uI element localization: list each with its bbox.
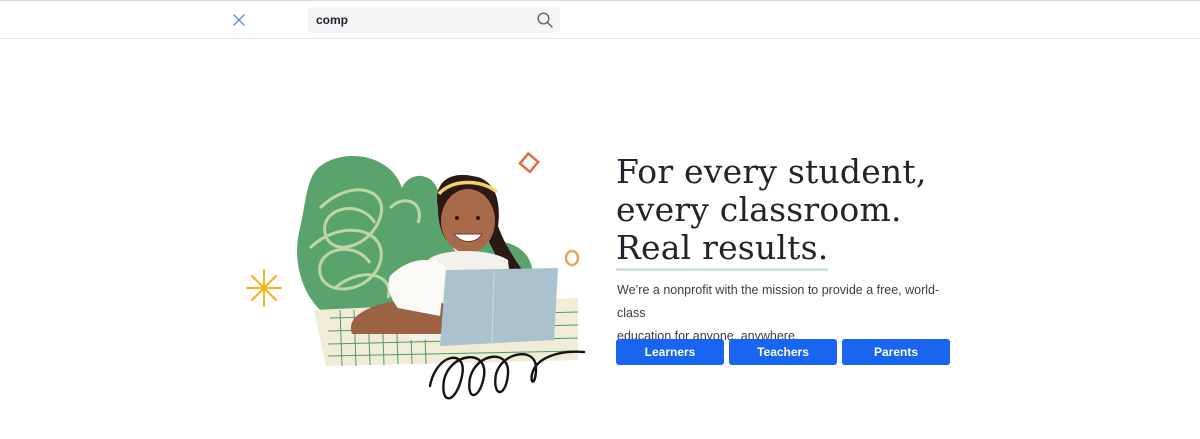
search-icon[interactable]	[536, 11, 554, 29]
hero-illustration	[245, 151, 586, 400]
orange-ring	[564, 249, 580, 267]
student-eye	[455, 216, 459, 220]
audience-buttons: Learners Teachers Parents	[616, 339, 950, 365]
close-button[interactable]	[229, 10, 249, 30]
hero-description: We’re a nonprofit with the mission to pr…	[617, 279, 957, 348]
student-face	[441, 189, 495, 253]
parents-button[interactable]: Parents	[842, 339, 950, 365]
search-box	[308, 7, 560, 33]
close-icon	[233, 14, 245, 26]
hero-title-line-3: Real results.	[616, 229, 829, 271]
learners-button[interactable]: Learners	[616, 339, 724, 365]
hero-title-line-1: For every student,	[616, 152, 927, 191]
yellow-star	[245, 268, 283, 308]
search-input[interactable]	[308, 7, 528, 33]
student-eye	[476, 216, 480, 220]
top-bar	[0, 0, 1200, 39]
hero-description-line-1: We’re a nonprofit with the mission to pr…	[617, 283, 940, 320]
orange-diamond	[518, 151, 540, 174]
tablet	[440, 268, 558, 346]
hero-title-line-2: every classroom.	[616, 190, 902, 229]
hero-title: For every student, every classroom. Real…	[616, 153, 1036, 271]
teachers-button[interactable]: Teachers	[729, 339, 837, 365]
